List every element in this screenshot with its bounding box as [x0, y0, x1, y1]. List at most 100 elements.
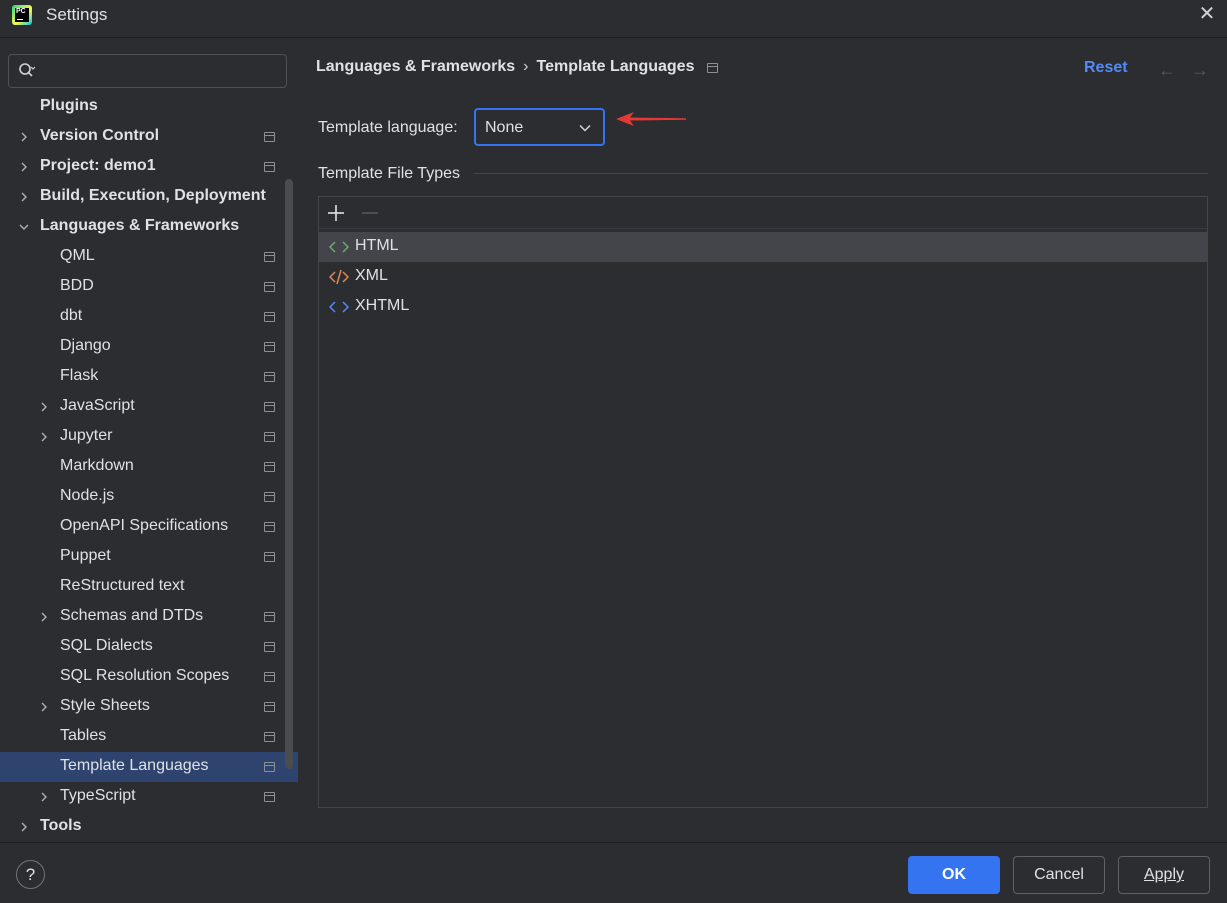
- breadcrumb-separator-icon: ›: [523, 58, 529, 75]
- sidebar-item-version-control[interactable]: Version Control: [0, 122, 298, 152]
- project-scope-icon: [264, 732, 275, 742]
- section-divider: [474, 173, 1208, 174]
- sidebar-item-label: ReStructured text: [60, 577, 185, 594]
- file-type-row-html[interactable]: HTML: [319, 232, 1207, 262]
- sidebar-item-restructured-text[interactable]: ReStructured text: [0, 572, 298, 602]
- pycharm-logo-icon: PC: [12, 5, 32, 25]
- cancel-button[interactable]: Cancel: [1013, 856, 1105, 894]
- sidebar-item-typescript[interactable]: TypeScript: [0, 782, 298, 812]
- sidebar-item-dbt[interactable]: dbt: [0, 302, 298, 332]
- sidebar-item-puppet[interactable]: Puppet: [0, 542, 298, 572]
- project-scope-icon: [264, 462, 275, 472]
- list-toolbar: [319, 197, 1207, 229]
- breadcrumb-parent[interactable]: Languages & Frameworks: [316, 58, 515, 75]
- template-file-types-title: Template File Types: [318, 165, 460, 182]
- sidebar-item-build-execution-deployment[interactable]: Build, Execution, Deployment: [0, 182, 298, 212]
- project-scope-icon: [264, 492, 275, 502]
- apply-button[interactable]: Apply: [1118, 856, 1210, 894]
- chevron-right-icon[interactable]: [38, 431, 50, 443]
- sidebar-item-label: BDD: [60, 277, 94, 294]
- sidebar-item-schemas-and-dtds[interactable]: Schemas and DTDs: [0, 602, 298, 632]
- sidebar-item-label: Jupyter: [60, 427, 113, 444]
- sidebar-item-style-sheets[interactable]: Style Sheets: [0, 692, 298, 722]
- remove-icon[interactable]: [360, 203, 380, 223]
- sidebar-item-label: SQL Dialects: [60, 637, 153, 654]
- sidebar-item-node-js[interactable]: Node.js: [0, 482, 298, 512]
- file-type-label: XML: [355, 267, 388, 284]
- sidebar-item-label: TypeScript: [60, 787, 136, 804]
- arrow-left-icon[interactable]: ←: [1158, 60, 1176, 81]
- file-type-row-xhtml[interactable]: XHTML: [319, 292, 1207, 322]
- template-language-dropdown[interactable]: None: [474, 108, 605, 146]
- xml-icon: [329, 269, 349, 285]
- template-language-label: Template language:: [318, 119, 458, 136]
- sidebar-item-openapi-specifications[interactable]: OpenAPI Specifications: [0, 512, 298, 542]
- chevron-right-icon[interactable]: [18, 821, 30, 833]
- chevron-down-icon[interactable]: [18, 221, 30, 233]
- search-input[interactable]: [8, 54, 287, 88]
- sidebar-item-label: JavaScript: [60, 397, 135, 414]
- main-panel: Languages & Frameworks › Template Language…: [298, 39, 1227, 842]
- sidebar-item-markdown[interactable]: Markdown: [0, 452, 298, 482]
- sidebar-item-label: Django: [60, 337, 111, 354]
- sidebar-item-label: SQL Resolution Scopes: [60, 667, 230, 684]
- sidebar-item-tools[interactable]: Tools: [0, 812, 298, 842]
- dialog-footer: ? OK Cancel Apply: [0, 842, 1227, 903]
- sidebar-item-label: Version Control: [40, 127, 160, 144]
- project-scope-icon: [707, 63, 718, 73]
- template-language-value: None: [485, 119, 524, 136]
- sidebar-item-django[interactable]: Django: [0, 332, 298, 362]
- sidebar-item-label: Style Sheets: [60, 697, 150, 714]
- chevron-right-icon[interactable]: [18, 131, 30, 143]
- sidebar-item-flask[interactable]: Flask: [0, 362, 298, 392]
- project-scope-icon: [264, 282, 275, 292]
- file-type-label: XHTML: [355, 297, 410, 314]
- window-title: Settings: [46, 5, 108, 24]
- project-scope-icon: [264, 312, 275, 322]
- sidebar-item-jupyter[interactable]: Jupyter: [0, 422, 298, 452]
- sidebar-item-tables[interactable]: Tables: [0, 722, 298, 752]
- project-scope-icon: [264, 522, 275, 532]
- project-scope-icon: [264, 702, 275, 712]
- project-scope-icon: [264, 552, 275, 562]
- sidebar-item-plugins[interactable]: Plugins: [0, 92, 298, 122]
- sidebar-item-label: Tables: [60, 727, 107, 744]
- apply-label: Apply: [1143, 866, 1185, 883]
- ok-button[interactable]: OK: [908, 856, 1000, 894]
- sidebar-item-sql-dialects[interactable]: SQL Dialects: [0, 632, 298, 662]
- project-scope-icon: [264, 642, 275, 652]
- help-button[interactable]: ?: [16, 860, 45, 889]
- sidebar-item-label: Node.js: [60, 487, 115, 504]
- sidebar-item-qml[interactable]: QML: [0, 242, 298, 272]
- sidebar-item-project-demo1[interactable]: Project: demo1: [0, 152, 298, 182]
- reset-link[interactable]: Reset: [1084, 59, 1128, 77]
- project-scope-icon: [264, 672, 275, 682]
- breadcrumb-current: Template Languages: [536, 58, 695, 75]
- chevron-down-icon: [579, 124, 591, 132]
- sidebar-item-languages-frameworks[interactable]: Languages & Frameworks: [0, 212, 298, 242]
- chevron-right-icon[interactable]: [18, 191, 30, 203]
- file-type-label: HTML: [355, 237, 399, 254]
- sidebar-item-javascript[interactable]: JavaScript: [0, 392, 298, 422]
- project-scope-icon: [264, 792, 275, 802]
- sidebar-item-label: Project: demo1: [40, 157, 156, 174]
- breadcrumb: Languages & Frameworks › Template Language…: [316, 58, 694, 76]
- chevron-right-icon[interactable]: [38, 791, 50, 803]
- xhtml-icon: [329, 301, 349, 313]
- sidebar-item-label: Build, Execution, Deployment: [40, 187, 266, 204]
- sidebar-item-sql-resolution-scopes[interactable]: SQL Resolution Scopes: [0, 662, 298, 692]
- sidebar-item-label: dbt: [60, 307, 83, 324]
- sidebar-item-template-languages[interactable]: Template Languages: [0, 752, 298, 782]
- file-type-row-xml[interactable]: XML: [319, 262, 1207, 292]
- chevron-right-icon[interactable]: [38, 701, 50, 713]
- chevron-right-icon[interactable]: [38, 611, 50, 623]
- sidebar-item-bdd[interactable]: BDD: [0, 272, 298, 302]
- title-bar: PC Settings ✕: [0, 0, 1227, 38]
- chevron-right-icon[interactable]: [38, 401, 50, 413]
- sidebar-scrollbar[interactable]: [285, 179, 293, 769]
- arrow-right-icon[interactable]: →: [1191, 60, 1209, 81]
- sidebar-item-label: OpenAPI Specifications: [60, 517, 229, 534]
- chevron-right-icon[interactable]: [18, 161, 30, 173]
- close-icon[interactable]: ✕: [1197, 4, 1217, 24]
- add-icon[interactable]: [326, 203, 346, 223]
